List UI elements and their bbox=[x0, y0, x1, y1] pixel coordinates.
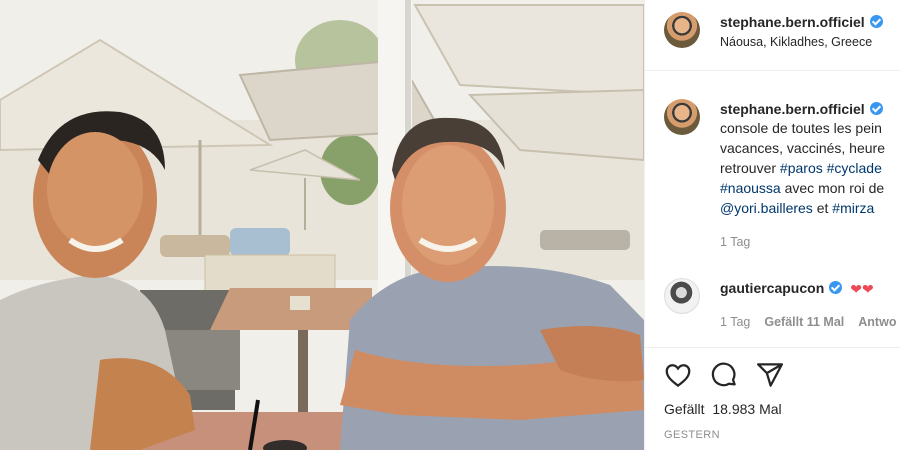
comment-reply-button[interactable]: Antwo bbox=[858, 315, 896, 329]
hashtag-link[interactable]: #mirza bbox=[832, 200, 874, 216]
comment-row: gautiercapucon ❤❤ bbox=[720, 280, 874, 298]
caption-text: retrouver bbox=[720, 160, 780, 176]
post-photo[interactable] bbox=[0, 0, 644, 450]
likes-suffix: Mal bbox=[759, 401, 782, 417]
caption-text: avec mon roi de bbox=[780, 180, 885, 196]
header-divider bbox=[645, 70, 900, 71]
post-location[interactable]: Náousa, Kikladhes, Greece bbox=[720, 35, 872, 49]
comment-meta: 1 Tag Gefällt 11 Mal Antwo bbox=[720, 315, 896, 329]
hashtag-link[interactable]: #cyclade bbox=[827, 160, 882, 176]
commenter-avatar[interactable] bbox=[664, 278, 700, 314]
caption-author-row[interactable]: stephane.bern.officiel bbox=[720, 101, 883, 117]
paper-plane-icon[interactable] bbox=[755, 360, 785, 390]
comment-hearts-icon: ❤❤ bbox=[850, 281, 874, 297]
post-date[interactable]: GESTERN bbox=[664, 429, 720, 441]
post-likes[interactable]: Gefällt 18.983 Mal bbox=[664, 401, 782, 417]
caption-line-3: retrouver #paros #cyclade bbox=[720, 158, 882, 178]
caption-timestamp[interactable]: 1 Tag bbox=[720, 235, 750, 249]
caption-line-1: console de toutes les pein bbox=[720, 120, 882, 136]
heart-outline-icon[interactable] bbox=[663, 360, 693, 390]
likes-label: Gefällt bbox=[664, 401, 705, 417]
caption-author[interactable]: stephane.bern.officiel bbox=[720, 101, 865, 117]
hashtag-link[interactable]: #paros bbox=[780, 160, 823, 176]
verified-badge-icon bbox=[869, 15, 883, 28]
caption-line-4: #naoussa avec mon roi de bbox=[720, 178, 884, 198]
likes-count: 18.983 bbox=[712, 401, 756, 417]
mention-link[interactable]: @yori.bailleres bbox=[720, 200, 813, 216]
post-author-row[interactable]: stephane.bern.officiel bbox=[720, 14, 883, 30]
author-avatar[interactable] bbox=[664, 12, 700, 48]
caption-author-avatar[interactable] bbox=[664, 99, 700, 135]
post-sidebar: stephane.bern.officiel Náousa, Kikladhes… bbox=[644, 0, 900, 450]
verified-badge-icon bbox=[829, 281, 843, 294]
actions-divider bbox=[645, 347, 900, 348]
post-actions bbox=[663, 360, 785, 390]
caption-line-2: vacances, vaccinés, heure bbox=[720, 140, 885, 156]
comment-bubble-icon[interactable] bbox=[709, 360, 739, 390]
caption-text: et bbox=[812, 200, 833, 216]
caption-line-5: @yori.bailleres et #mirza bbox=[720, 198, 874, 218]
photo-illustration bbox=[0, 0, 644, 450]
verified-badge-icon bbox=[869, 102, 883, 115]
comment-author[interactable]: gautiercapucon bbox=[720, 280, 824, 296]
post-author[interactable]: stephane.bern.officiel bbox=[720, 14, 865, 30]
comment-timestamp[interactable]: 1 Tag bbox=[720, 315, 750, 329]
hashtag-link[interactable]: #naoussa bbox=[720, 180, 781, 196]
comment-likes[interactable]: Gefällt 11 Mal bbox=[764, 315, 844, 329]
